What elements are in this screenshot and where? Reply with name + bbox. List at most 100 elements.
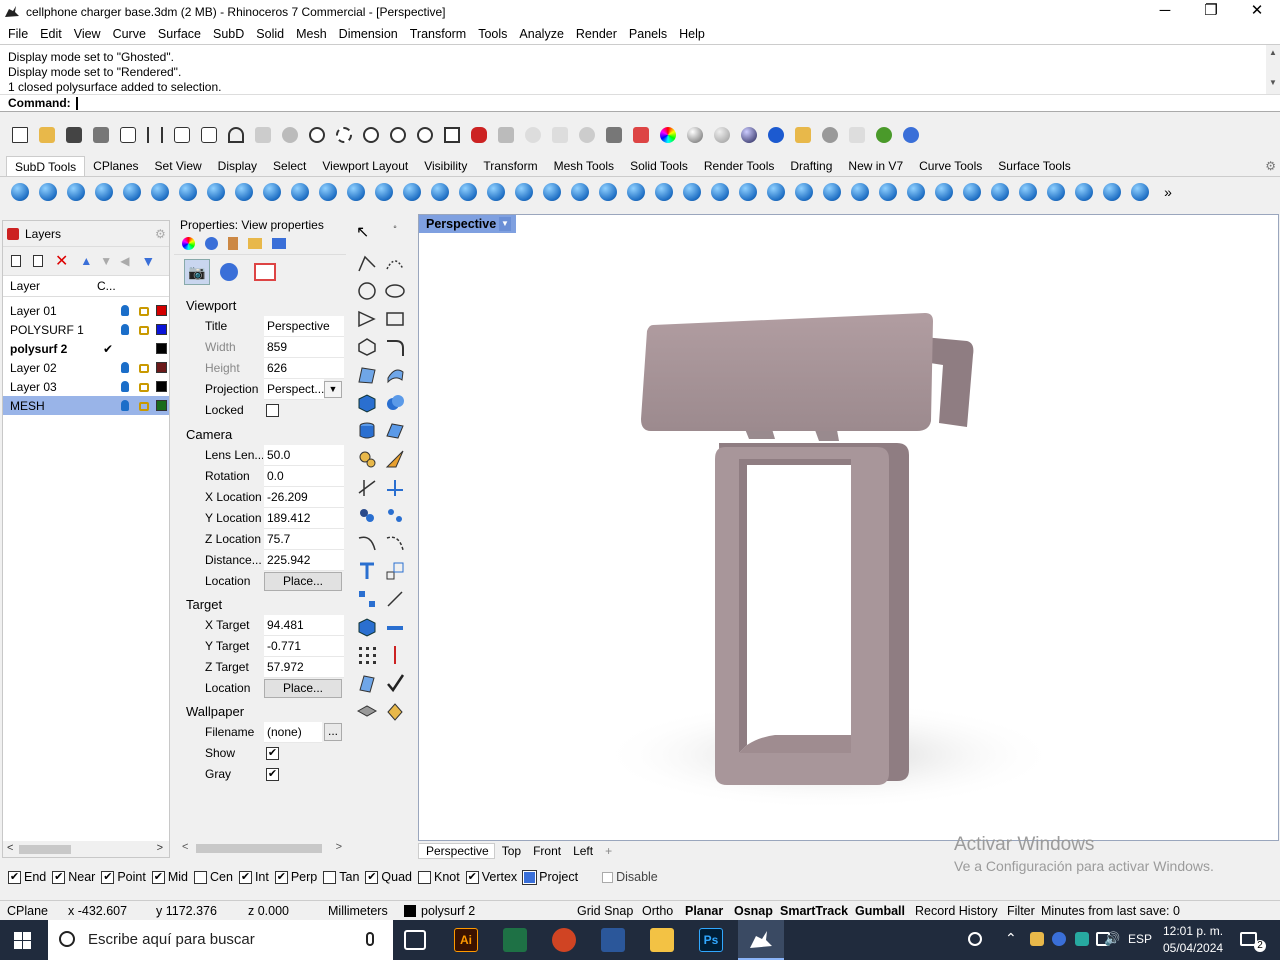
subd-tool-icon[interactable] <box>988 180 1012 204</box>
lock-icon[interactable] <box>139 383 149 392</box>
four-viewports-icon[interactable] <box>440 123 464 147</box>
lock-icon[interactable] <box>602 123 626 147</box>
menu-view[interactable]: View <box>68 27 107 41</box>
layer-color-swatch[interactable] <box>156 381 167 392</box>
subd-tool-icon[interactable] <box>400 180 424 204</box>
subd-tool-icon[interactable] <box>904 180 928 204</box>
render-icon[interactable] <box>764 123 788 147</box>
subd-tool-icon[interactable] <box>764 180 788 204</box>
delete-layer-icon[interactable]: ✕ <box>55 251 68 271</box>
subd-tool-icon[interactable] <box>204 180 228 204</box>
polyline-icon[interactable] <box>356 252 378 274</box>
tray-app-icon[interactable] <box>1030 932 1044 946</box>
locked-checkbox[interactable] <box>266 404 279 417</box>
subd-tool-icon[interactable] <box>960 180 984 204</box>
subd-tool-icon[interactable] <box>512 180 536 204</box>
grid-array-icon[interactable] <box>356 644 378 666</box>
menu-render[interactable]: Render <box>570 27 623 41</box>
zoom-window-icon[interactable] <box>332 123 356 147</box>
menu-curve[interactable]: Curve <box>107 27 152 41</box>
visibility-bulb-icon[interactable] <box>121 324 129 335</box>
distance-field[interactable]: 225.942 <box>264 550 344 571</box>
filename-field[interactable]: (none) <box>264 722 322 743</box>
tab-solid-tools[interactable]: Solid Tools <box>622 156 696 176</box>
trim-icon[interactable] <box>356 476 378 498</box>
solid-box-icon[interactable] <box>356 616 378 638</box>
subd-tool-icon[interactable] <box>1072 180 1096 204</box>
layer-current[interactable]: ✔ <box>103 342 113 356</box>
camera-place-button[interactable]: Place... <box>264 572 342 591</box>
box-icon[interactable] <box>356 392 378 414</box>
osnap-checkbox[interactable]: ✔ <box>101 870 115 884</box>
subd-tool-icon[interactable] <box>232 180 256 204</box>
array-icon[interactable] <box>356 588 378 610</box>
photoshop-icon[interactable]: Ps <box>699 928 723 952</box>
globe-icon[interactable] <box>872 123 896 147</box>
properties-hscrollbar[interactable]: < > <box>178 840 346 856</box>
menu-transform[interactable]: Transform <box>404 27 473 41</box>
volume-icon[interactable]: 🔊 <box>1104 931 1120 947</box>
osnap-checkbox[interactable] <box>323 870 337 884</box>
tab-front[interactable]: Front <box>526 844 566 858</box>
y-target-field[interactable]: -0.771 <box>264 636 344 657</box>
panel-gear-icon[interactable]: ⚙ <box>155 227 166 241</box>
point-icon[interactable]: ◦ <box>384 222 406 244</box>
tab-left[interactable]: Left <box>566 844 598 858</box>
color-wheel-icon[interactable] <box>656 123 680 147</box>
tab-set-view[interactable]: Set View <box>147 156 210 176</box>
subd-tool-icon[interactable] <box>288 180 312 204</box>
tab-cplanes[interactable]: CPlanes <box>85 156 146 176</box>
scroll-left-icon[interactable]: < <box>182 841 188 853</box>
polygon-icon[interactable] <box>356 336 378 358</box>
options-icon[interactable] <box>818 123 842 147</box>
open-file-icon[interactable] <box>35 123 59 147</box>
people-icon[interactable] <box>968 932 982 946</box>
paint-icon[interactable] <box>228 237 238 250</box>
tab-transform[interactable]: Transform <box>475 156 545 176</box>
scroll-thumb[interactable] <box>196 844 322 853</box>
paint-bucket-icon[interactable] <box>384 700 406 722</box>
restore-button[interactable]: ❐ <box>1188 0 1234 24</box>
layer-color-swatch[interactable] <box>156 324 167 335</box>
layer-row[interactable]: Layer 03 <box>3 377 169 396</box>
subd-tool-icon[interactable] <box>792 180 816 204</box>
menu-edit[interactable]: Edit <box>34 27 68 41</box>
tab-select[interactable]: Select <box>265 156 314 176</box>
picture-icon[interactable] <box>272 238 286 249</box>
osnap-int[interactable]: ✔ Int <box>238 870 269 884</box>
windows-start-icon[interactable] <box>14 932 31 949</box>
subd-tool-icon[interactable] <box>316 180 340 204</box>
filter-toggle[interactable]: Filter <box>1007 904 1035 918</box>
record-history-toggle[interactable]: Record History <box>915 904 998 918</box>
osnap-project[interactable]: Project <box>522 869 578 885</box>
layer-row-selected[interactable]: MESH <box>3 396 169 415</box>
task-view-icon[interactable] <box>404 930 426 950</box>
surface-icon[interactable] <box>356 364 378 386</box>
osnap-near[interactable]: ✔ Near <box>52 870 95 884</box>
powerpoint-icon[interactable] <box>552 928 576 952</box>
car-icon[interactable] <box>467 123 491 147</box>
subd-tool-icon[interactable] <box>372 180 396 204</box>
paste-icon[interactable] <box>197 123 221 147</box>
subd-tool-icon[interactable] <box>64 180 88 204</box>
tab-new-in-v7[interactable]: New in V7 <box>840 156 911 176</box>
file-explorer-icon[interactable] <box>650 928 674 952</box>
material-icon[interactable] <box>205 237 218 250</box>
arc-icon[interactable] <box>356 308 378 330</box>
lock-icon[interactable] <box>139 326 149 335</box>
menu-mesh[interactable]: Mesh <box>290 27 333 41</box>
subd-tool-icon[interactable] <box>1100 180 1124 204</box>
perspective-viewport[interactable]: Perspective ▼ <box>418 214 1279 841</box>
rotation-field[interactable]: 0.0 <box>264 466 344 487</box>
osnap-checkbox[interactable]: ✔ <box>151 870 165 884</box>
osnap-checkbox[interactable]: ✔ <box>52 870 66 884</box>
import-icon[interactable] <box>116 123 140 147</box>
boolean-icon[interactable] <box>384 392 406 414</box>
explode-curve-icon[interactable] <box>384 532 406 554</box>
show-hidden-icons-chevron-icon[interactable]: ⌃ <box>1005 930 1017 947</box>
subd-tool-icon[interactable] <box>260 180 284 204</box>
lock-icon[interactable] <box>139 307 149 316</box>
osnap-tan[interactable]: Tan <box>323 870 359 884</box>
subd-tool-icon[interactable] <box>652 180 676 204</box>
visibility-bulb-icon[interactable] <box>121 400 129 411</box>
